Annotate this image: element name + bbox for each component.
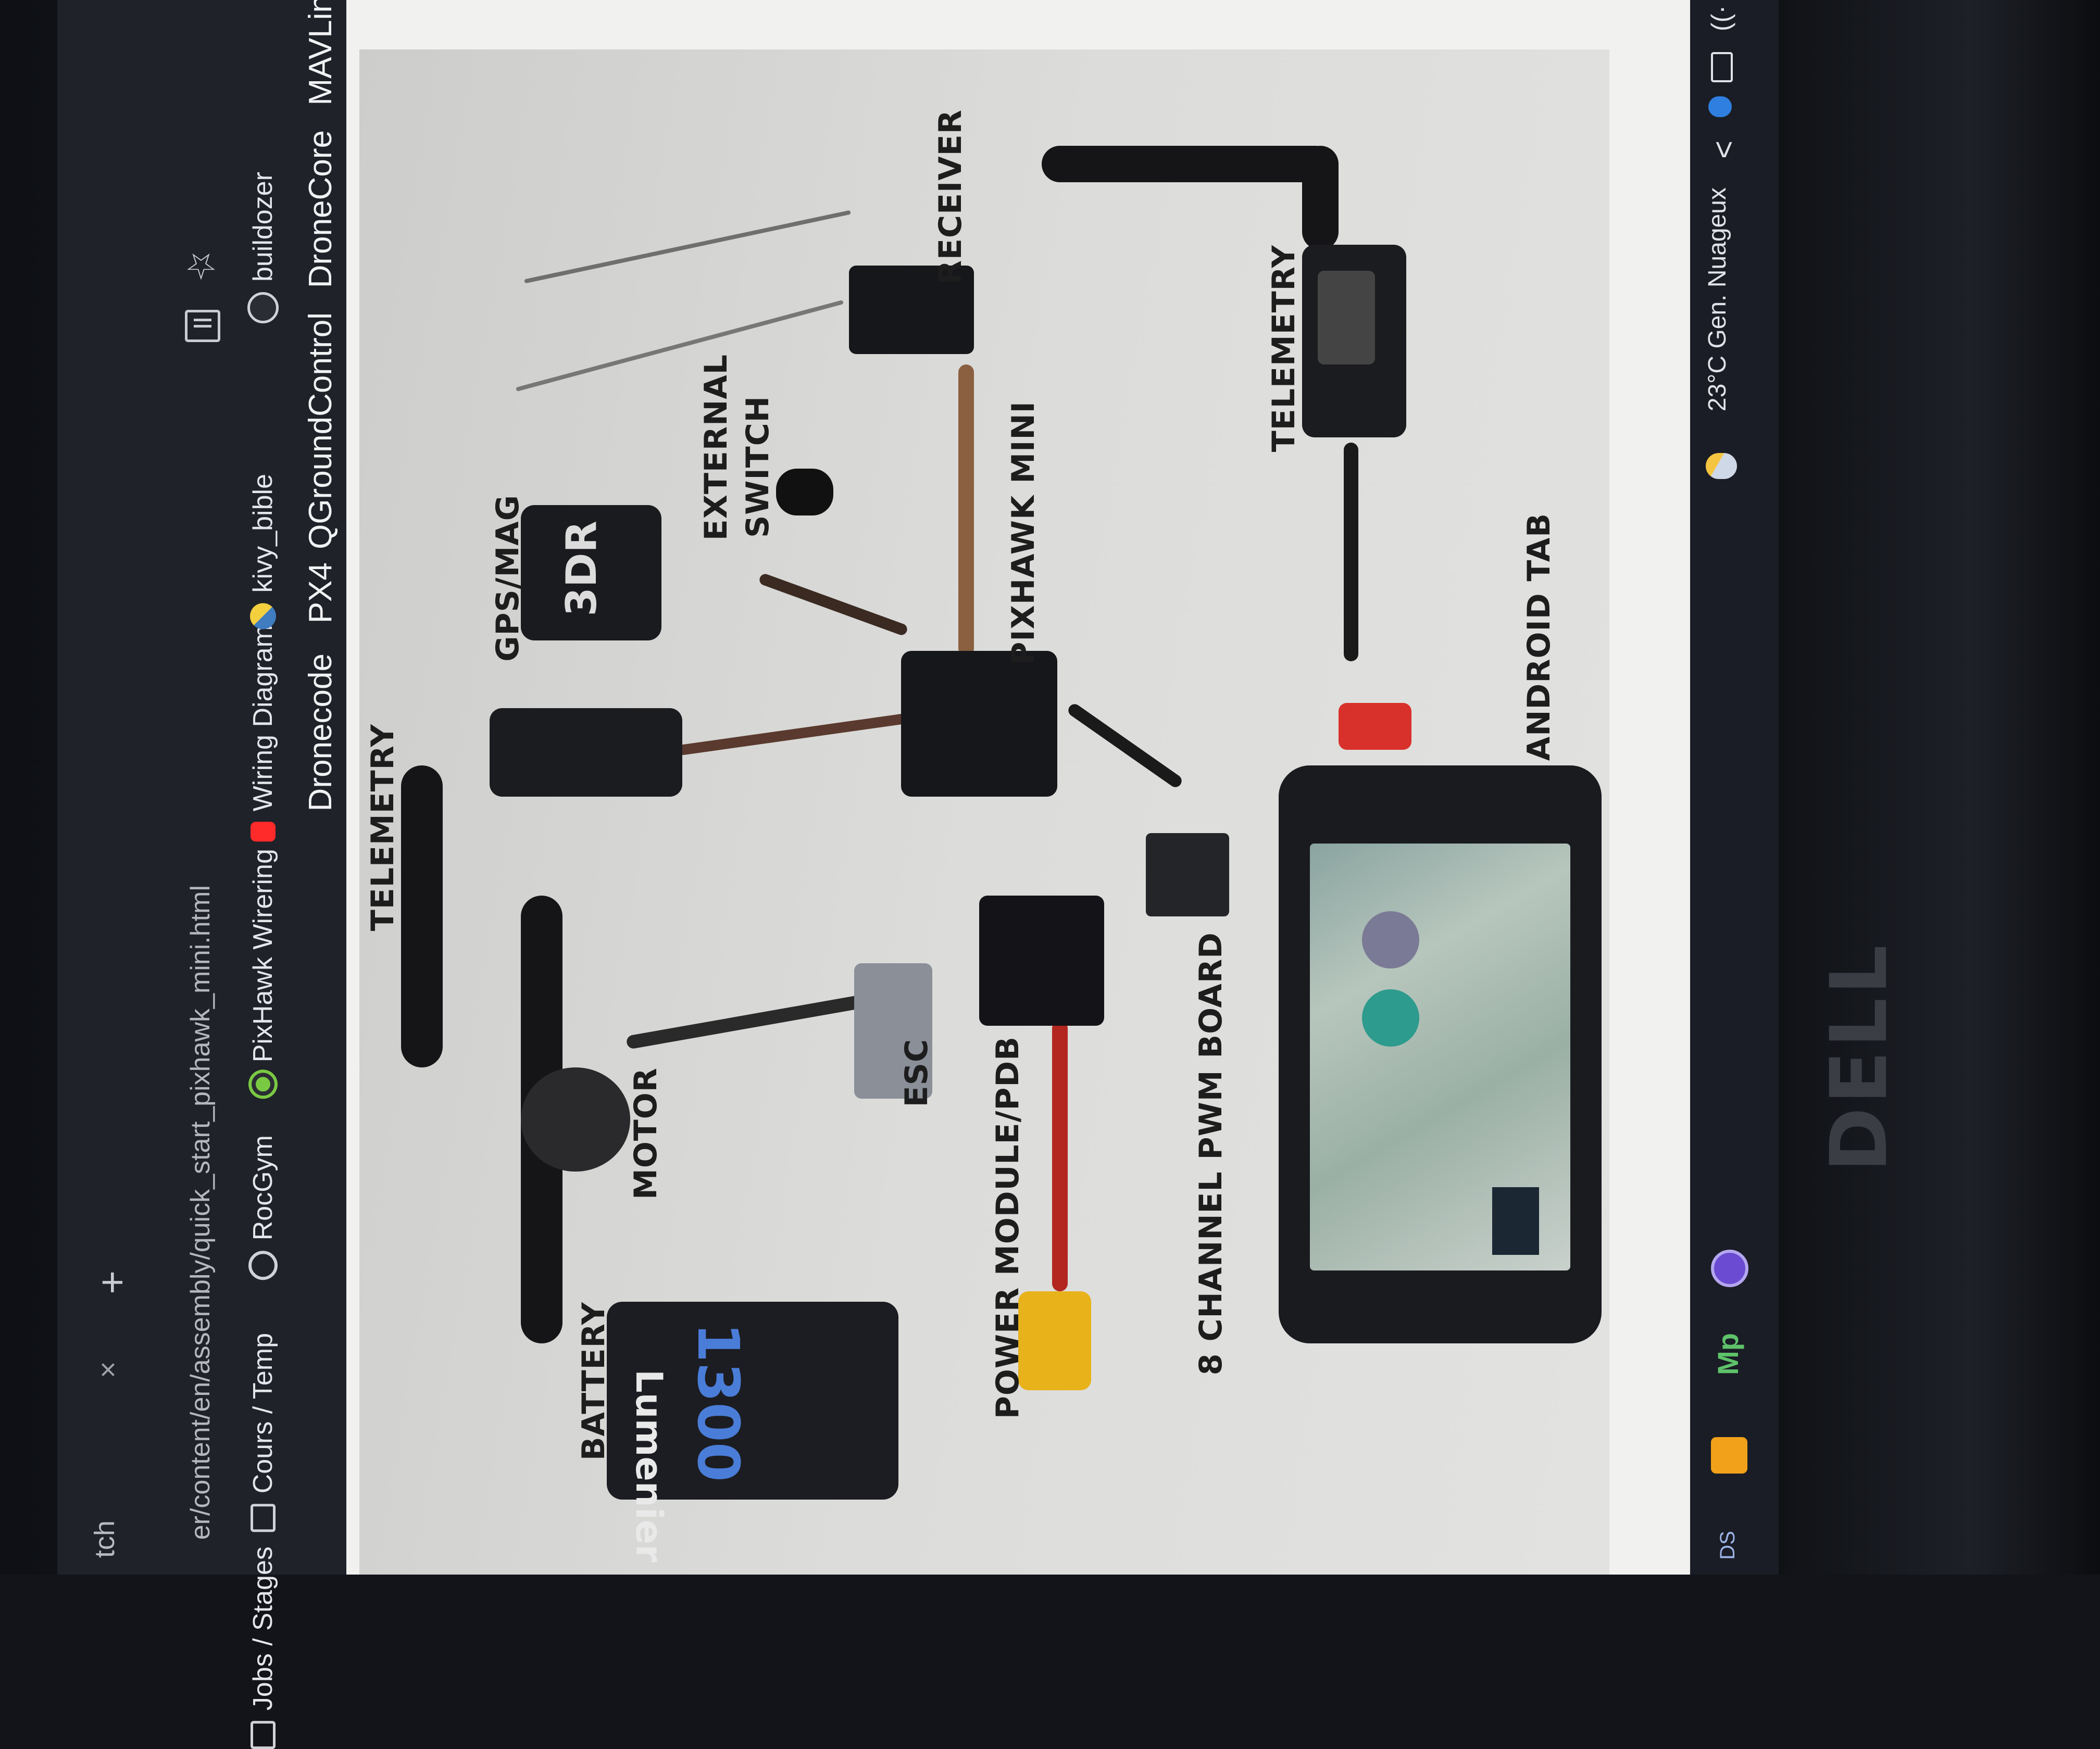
bookmark-label: Cours / Temp — [248, 1333, 278, 1494]
mission-planner-icon[interactable]: Mp — [1711, 1333, 1745, 1375]
bookmark-label: RocGym — [248, 1135, 278, 1241]
weather-icon — [1706, 453, 1737, 479]
telemetry-antenna-right — [1042, 146, 1333, 182]
pixhawk-mini-board — [901, 651, 1057, 797]
telemetry-radio-face — [1318, 271, 1375, 364]
nav-link-dronecore[interactable]: DroneCore — [302, 130, 339, 288]
battery-brand: Lumenier — [628, 1369, 670, 1563]
dell-logo: DELL — [1814, 941, 1905, 1173]
folder-icon — [251, 1721, 276, 1749]
bookmark-label: PixHawk Wirering — [248, 849, 278, 1063]
battery-capacity: 1300 — [685, 1323, 752, 1482]
label-external: EXTERNAL — [698, 354, 734, 541]
bookmark-jobs-stages[interactable]: Jobs / Stages — [247, 1546, 279, 1749]
bookmark-label: Wiring Diagram — [248, 625, 278, 812]
telemetry-antenna-right-base — [1302, 146, 1339, 250]
bookmark-cours-temp[interactable]: Cours / Temp — [247, 1333, 279, 1532]
label-motor: MOTOR — [628, 1067, 664, 1200]
telemetry-radio-left — [490, 708, 682, 797]
page-nav-bar: Dronecode PX4 QGroundControl DroneCore M… — [302, 0, 349, 1575]
power-distribution-board — [979, 896, 1104, 1026]
battery-icon[interactable] — [1711, 52, 1733, 82]
label-switch: SWITCH — [740, 396, 776, 538]
python-icon — [250, 603, 276, 630]
globe-icon — [248, 1251, 278, 1280]
nav-link-mavlink[interactable]: MAVLin — [302, 0, 339, 106]
green-circle-icon — [252, 1073, 274, 1096]
virtual-joystick-right — [1362, 989, 1419, 1047]
cable — [1052, 1021, 1068, 1291]
motor — [521, 1067, 630, 1172]
bookmark-buildozer[interactable]: buildozer — [247, 172, 279, 324]
app-icon-orange[interactable] — [1711, 1437, 1747, 1474]
virtual-joystick-left — [1362, 911, 1419, 968]
android-tablet — [1279, 765, 1602, 1343]
taskbar-ds[interactable]: DS — [1716, 1531, 1740, 1560]
tab-close-icon[interactable]: × — [91, 1354, 125, 1387]
label-telemetry-left: TELEMETRY — [365, 724, 401, 932]
label-esc: ESC — [898, 1039, 935, 1108]
tablet-app-button — [1492, 1187, 1539, 1255]
bookmarks-bar: Jobs / Stages Cours / Temp RocGym PixHaw… — [247, 172, 294, 1749]
pwm-board — [1146, 833, 1229, 916]
nav-link-qgroundcontrol[interactable]: QGroundControl — [302, 312, 339, 549]
label-gps-mag: GPS/MAG — [490, 495, 526, 662]
xt60-connector — [1018, 1291, 1091, 1390]
cable — [958, 364, 974, 656]
external-switch — [776, 469, 833, 515]
weather-widget[interactable]: 23°C Gen. Nuageux — [1703, 187, 1732, 411]
nav-link-dronecode[interactable]: Dronecode — [302, 653, 339, 811]
label-telemetry-right: TELEMETRY — [1266, 245, 1302, 452]
label-receiver: RECEIVER — [932, 109, 969, 285]
browser-tab-title[interactable]: tch — [89, 1520, 121, 1558]
bookmark-label: kivy_bible — [248, 474, 278, 593]
bookmark-wiring-diagram[interactable]: Wiring Diagram — [247, 625, 279, 842]
label-power-module: POWER MODULE/PDB — [990, 1036, 1026, 1419]
bookmark-rocgym[interactable]: RocGym — [247, 1135, 279, 1280]
usb-connector — [1339, 703, 1411, 750]
new-tab-button[interactable]: + — [89, 1270, 136, 1294]
wifi-icon[interactable]: ((· — [1706, 5, 1736, 31]
telemetry-antenna-left — [401, 765, 443, 1067]
bookmark-label: buildozer — [248, 172, 278, 282]
bookmark-star-icon[interactable]: ☆ — [180, 245, 222, 287]
bookmark-label: Jobs / Stages — [248, 1546, 278, 1711]
gps-module: 3DR — [521, 505, 661, 640]
bookmark-kivy-bible[interactable]: kivy_bible — [247, 474, 279, 630]
address-bar-url[interactable]: er/content/en/assembly/quick_start_pixha… — [185, 885, 216, 1540]
youtube-icon — [251, 822, 276, 842]
wordpress-icon — [247, 292, 279, 324]
label-pwm-board: 8 CHANNEL PWM BOARD — [1193, 932, 1229, 1376]
gps-brand: 3DR — [557, 521, 606, 616]
cable — [1344, 443, 1358, 661]
label-pixhawk-mini: PIXHAWK MINI — [1005, 401, 1042, 665]
lipo-battery: Lumenier 1300 — [607, 1302, 898, 1563]
app-icon-purple[interactable] — [1711, 1250, 1748, 1287]
laptop-edge — [1779, 0, 2100, 1575]
label-android-tab: ANDROID TAB — [1521, 513, 1557, 761]
reader-view-icon[interactable] — [185, 310, 220, 342]
folder-icon — [251, 1504, 276, 1532]
telemetry-radio-right — [1302, 245, 1406, 437]
nav-link-px4[interactable]: PX4 — [302, 562, 339, 623]
bookmark-pixhawk-wirering[interactable]: PixHawk Wirering — [247, 849, 279, 1096]
label-battery: BATTERY — [576, 1302, 612, 1461]
tablet-screen — [1310, 844, 1570, 1270]
onedrive-icon[interactable] — [1708, 96, 1732, 117]
chevron-up-icon[interactable]: < — [1706, 141, 1742, 159]
